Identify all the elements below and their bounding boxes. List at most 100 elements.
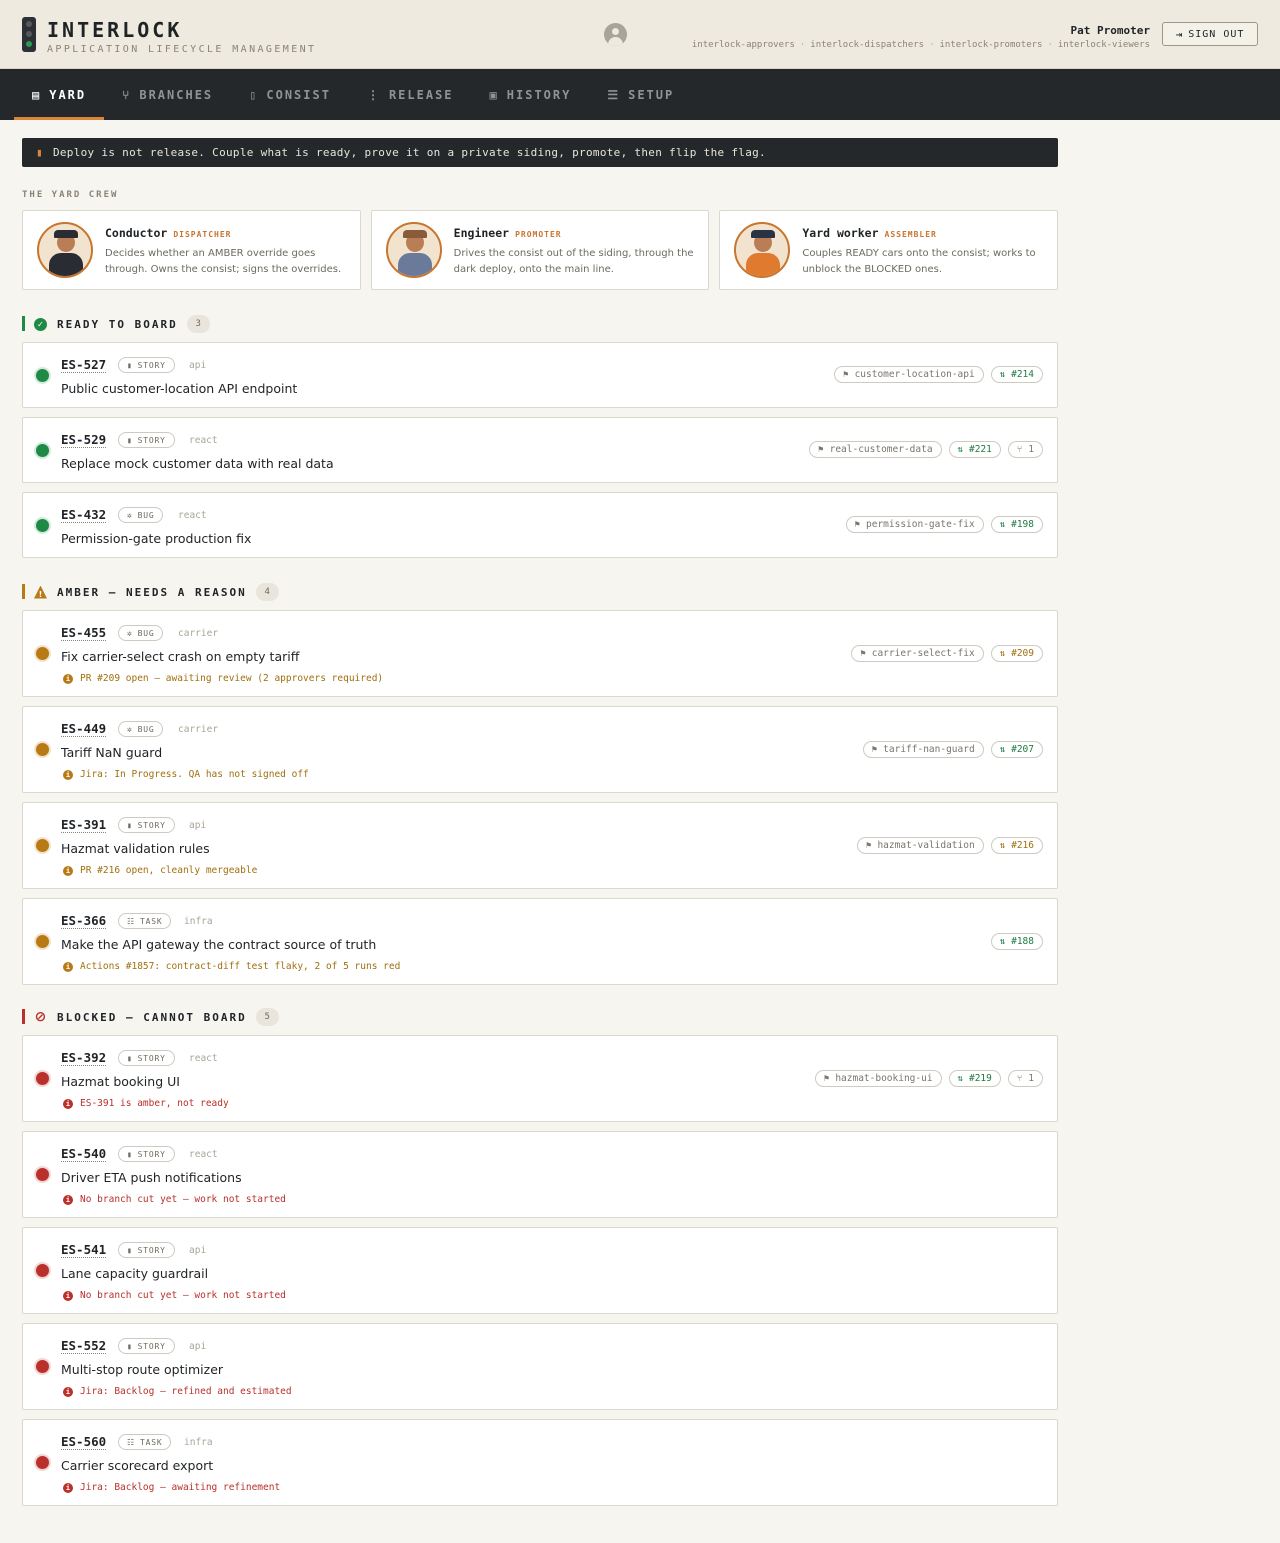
ticket-type-label: STORY: [137, 435, 166, 445]
ticket-chips: ⚑ customer-location-api ⇅ #214: [834, 366, 1043, 383]
tab-consist[interactable]: ▯ CONSIST: [231, 69, 349, 120]
sign-out-button[interactable]: ⇥ SIGN OUT: [1162, 22, 1258, 46]
section-header-blocked: ⊘ BLOCKED — CANNOT BOARD 5: [22, 1008, 1058, 1026]
ticket-component: carrier: [178, 628, 219, 639]
tab-release[interactable]: ⋮ RELEASE: [349, 69, 472, 120]
ticket-reason-text: Actions #1857: contract-diff test flaky,…: [80, 961, 401, 972]
ticket-row[interactable]: ES-432 ✲ BUG react Permission-gate productio…: [22, 492, 1058, 558]
ticket-reason-text: No branch cut yet — work not started: [80, 1290, 286, 1301]
ticket-key-link[interactable]: ES-455: [61, 625, 107, 641]
main-nav: ▤ YARD ⑂ BRANCHES ▯ CONSIST ⋮ RELEASE ▣ …: [0, 69, 1280, 120]
info-icon: i: [63, 1482, 73, 1493]
bookmark-icon: ▮: [127, 1341, 133, 1351]
ticket-row[interactable]: ES-529 ▮ STORY react Replace mock customer d…: [22, 417, 1058, 483]
status-dot: [36, 369, 49, 382]
tab-history[interactable]: ▣ HISTORY: [472, 69, 590, 120]
ticket-title: Multi-stop route optimizer: [61, 1362, 224, 1377]
bug-icon: ✲: [127, 724, 133, 734]
ticket-key-link[interactable]: ES-391: [61, 817, 107, 833]
branch-name: customer-location-api: [854, 369, 975, 380]
ticket-row[interactable]: ES-552 ▮ STORY api Multi-stop route optimize…: [22, 1323, 1058, 1410]
ticket-key-link[interactable]: ES-527: [61, 357, 107, 373]
ticket-type-label: STORY: [137, 1245, 166, 1255]
ticket-type-badge: ☷ TASK: [118, 913, 172, 929]
ticket-title: Lane capacity guardrail: [61, 1266, 209, 1281]
status-dot: [36, 647, 49, 660]
user-group: interlock-viewers: [1057, 40, 1150, 50]
pull-request-chip[interactable]: ⇅ #207: [990, 741, 1043, 758]
pull-request-chip[interactable]: ⇅ #219: [948, 1070, 1001, 1087]
ticket-title: Hazmat booking UI: [61, 1074, 180, 1089]
ticket-key-link[interactable]: ES-552: [61, 1338, 107, 1354]
user-group: interlock-approvers: [691, 40, 795, 50]
ticket-type-badge: ▮ STORY: [118, 817, 175, 833]
branch-name: real-customer-data: [829, 444, 933, 455]
ticket-key-link[interactable]: ES-432: [61, 507, 107, 523]
info-icon: i: [63, 1098, 73, 1109]
bookmark-icon: ▮: [127, 1149, 133, 1159]
branch-chip[interactable]: ⚑ permission-gate-fix: [845, 516, 984, 533]
ticket-row[interactable]: ES-449 ✲ BUG carrier Tariff NaN guard i Jira: …: [22, 706, 1058, 793]
branch-chip[interactable]: ⚑ real-customer-data: [809, 441, 942, 458]
ticket-type-label: STORY: [137, 360, 166, 370]
ticket-key-link[interactable]: ES-449: [61, 721, 107, 737]
ticket-key-link[interactable]: ES-366: [61, 913, 107, 929]
tab-setup[interactable]: ☰ SETUP: [589, 69, 692, 120]
ticket-row[interactable]: ES-455 ✲ BUG carrier Fix carrier-select cras…: [22, 610, 1058, 697]
ticket-key-link[interactable]: ES-541: [61, 1242, 107, 1258]
pull-request-number: #221: [968, 444, 992, 455]
pull-request-chip[interactable]: ⇅ #221: [948, 441, 1001, 458]
ticket-key-link[interactable]: ES-392: [61, 1050, 107, 1066]
ticket-title: Make the API gateway the contract source…: [61, 937, 377, 952]
tab-label: HISTORY: [506, 87, 572, 102]
branch-chip[interactable]: ⚑ hazmat-validation: [857, 837, 984, 854]
ticket-row[interactable]: ES-391 ▮ STORY api Hazmat validation rules i P…: [22, 802, 1058, 889]
pull-request-chip[interactable]: ⇅ #198: [990, 516, 1043, 533]
status-dot: [36, 519, 49, 532]
pull-request-chip[interactable]: ⇅ #216: [990, 837, 1043, 854]
ticket-key-link[interactable]: ES-540: [61, 1146, 107, 1162]
crew-role: PROMOTER: [515, 230, 562, 239]
ticket-key-link[interactable]: ES-560: [61, 1434, 107, 1450]
sliders-icon: ☰: [607, 87, 621, 102]
branch-chip[interactable]: ⚑ tariff-nan-guard: [862, 741, 984, 758]
ticket-row[interactable]: ES-527 ▮ STORY api Public customer-location …: [22, 342, 1058, 408]
pull-request-icon: ⇅: [999, 936, 1006, 947]
status-dot: [36, 1264, 49, 1277]
ticket-row[interactable]: ES-366 ☷ TASK infra Make the API gateway the…: [22, 898, 1058, 985]
bookmark-icon: ▮: [127, 1245, 133, 1255]
pull-request-chip[interactable]: ⇅ #209: [990, 645, 1043, 662]
ticket-row[interactable]: ES-541 ▮ STORY api Lane capacity guardrail i N…: [22, 1227, 1058, 1314]
branch-icon: ⑂: [122, 87, 132, 102]
pull-request-icon: ⇅: [999, 369, 1006, 380]
ticket-row[interactable]: ES-392 ▮ STORY react Hazmat booking UI i ES-39…: [22, 1035, 1058, 1122]
user-group: interlock-dispatchers: [810, 40, 925, 50]
branch-chip[interactable]: ⚑ hazmat-booking-ui: [814, 1070, 942, 1087]
branch-chip[interactable]: ⚑ carrier-select-fix: [851, 645, 984, 662]
flag-icon: ⚑: [871, 744, 878, 755]
dependency-chip[interactable]: ⑂ 1: [1007, 441, 1043, 458]
ticket-key-link[interactable]: ES-529: [61, 432, 107, 448]
pull-request-chip[interactable]: ⇅ #214: [990, 366, 1043, 383]
user-group: interlock-promoters: [939, 40, 1043, 50]
branch-name: hazmat-booking-ui: [835, 1073, 933, 1084]
info-banner: ▮ Deploy is not release. Couple what is …: [22, 138, 1058, 167]
crew-name: Engineer: [453, 226, 510, 240]
tab-yard[interactable]: ▤ YARD: [14, 69, 105, 120]
tab-label: RELEASE: [388, 87, 454, 102]
ticket-row[interactable]: ES-560 ☷ TASK infra Carrier scorecard export…: [22, 1419, 1058, 1506]
pull-request-icon: ⇅: [957, 444, 963, 455]
ticket-reason: i Jira: Backlog — awaiting refinement: [63, 1482, 280, 1493]
section-count-badge: 3: [186, 315, 210, 333]
flag-icon: ⚑: [860, 648, 866, 659]
ticket-type-badge: ▮ STORY: [118, 357, 175, 373]
dependency-chip[interactable]: ⑂ 1: [1007, 1070, 1043, 1087]
pull-request-chip[interactable]: ⇅ #188: [990, 933, 1043, 950]
pull-request-icon: ⇅: [999, 840, 1006, 851]
branch-chip[interactable]: ⚑ customer-location-api: [834, 366, 984, 383]
tab-branches[interactable]: ⑂ BRANCHES: [104, 69, 231, 120]
section-accent-bar: [22, 584, 25, 599]
ticket-title: Carrier scorecard export: [61, 1458, 214, 1473]
ticket-reason: i PR #216 open, cleanly mergeable: [63, 865, 257, 876]
ticket-row[interactable]: ES-540 ▮ STORY react Driver ETA push notific…: [22, 1131, 1058, 1218]
